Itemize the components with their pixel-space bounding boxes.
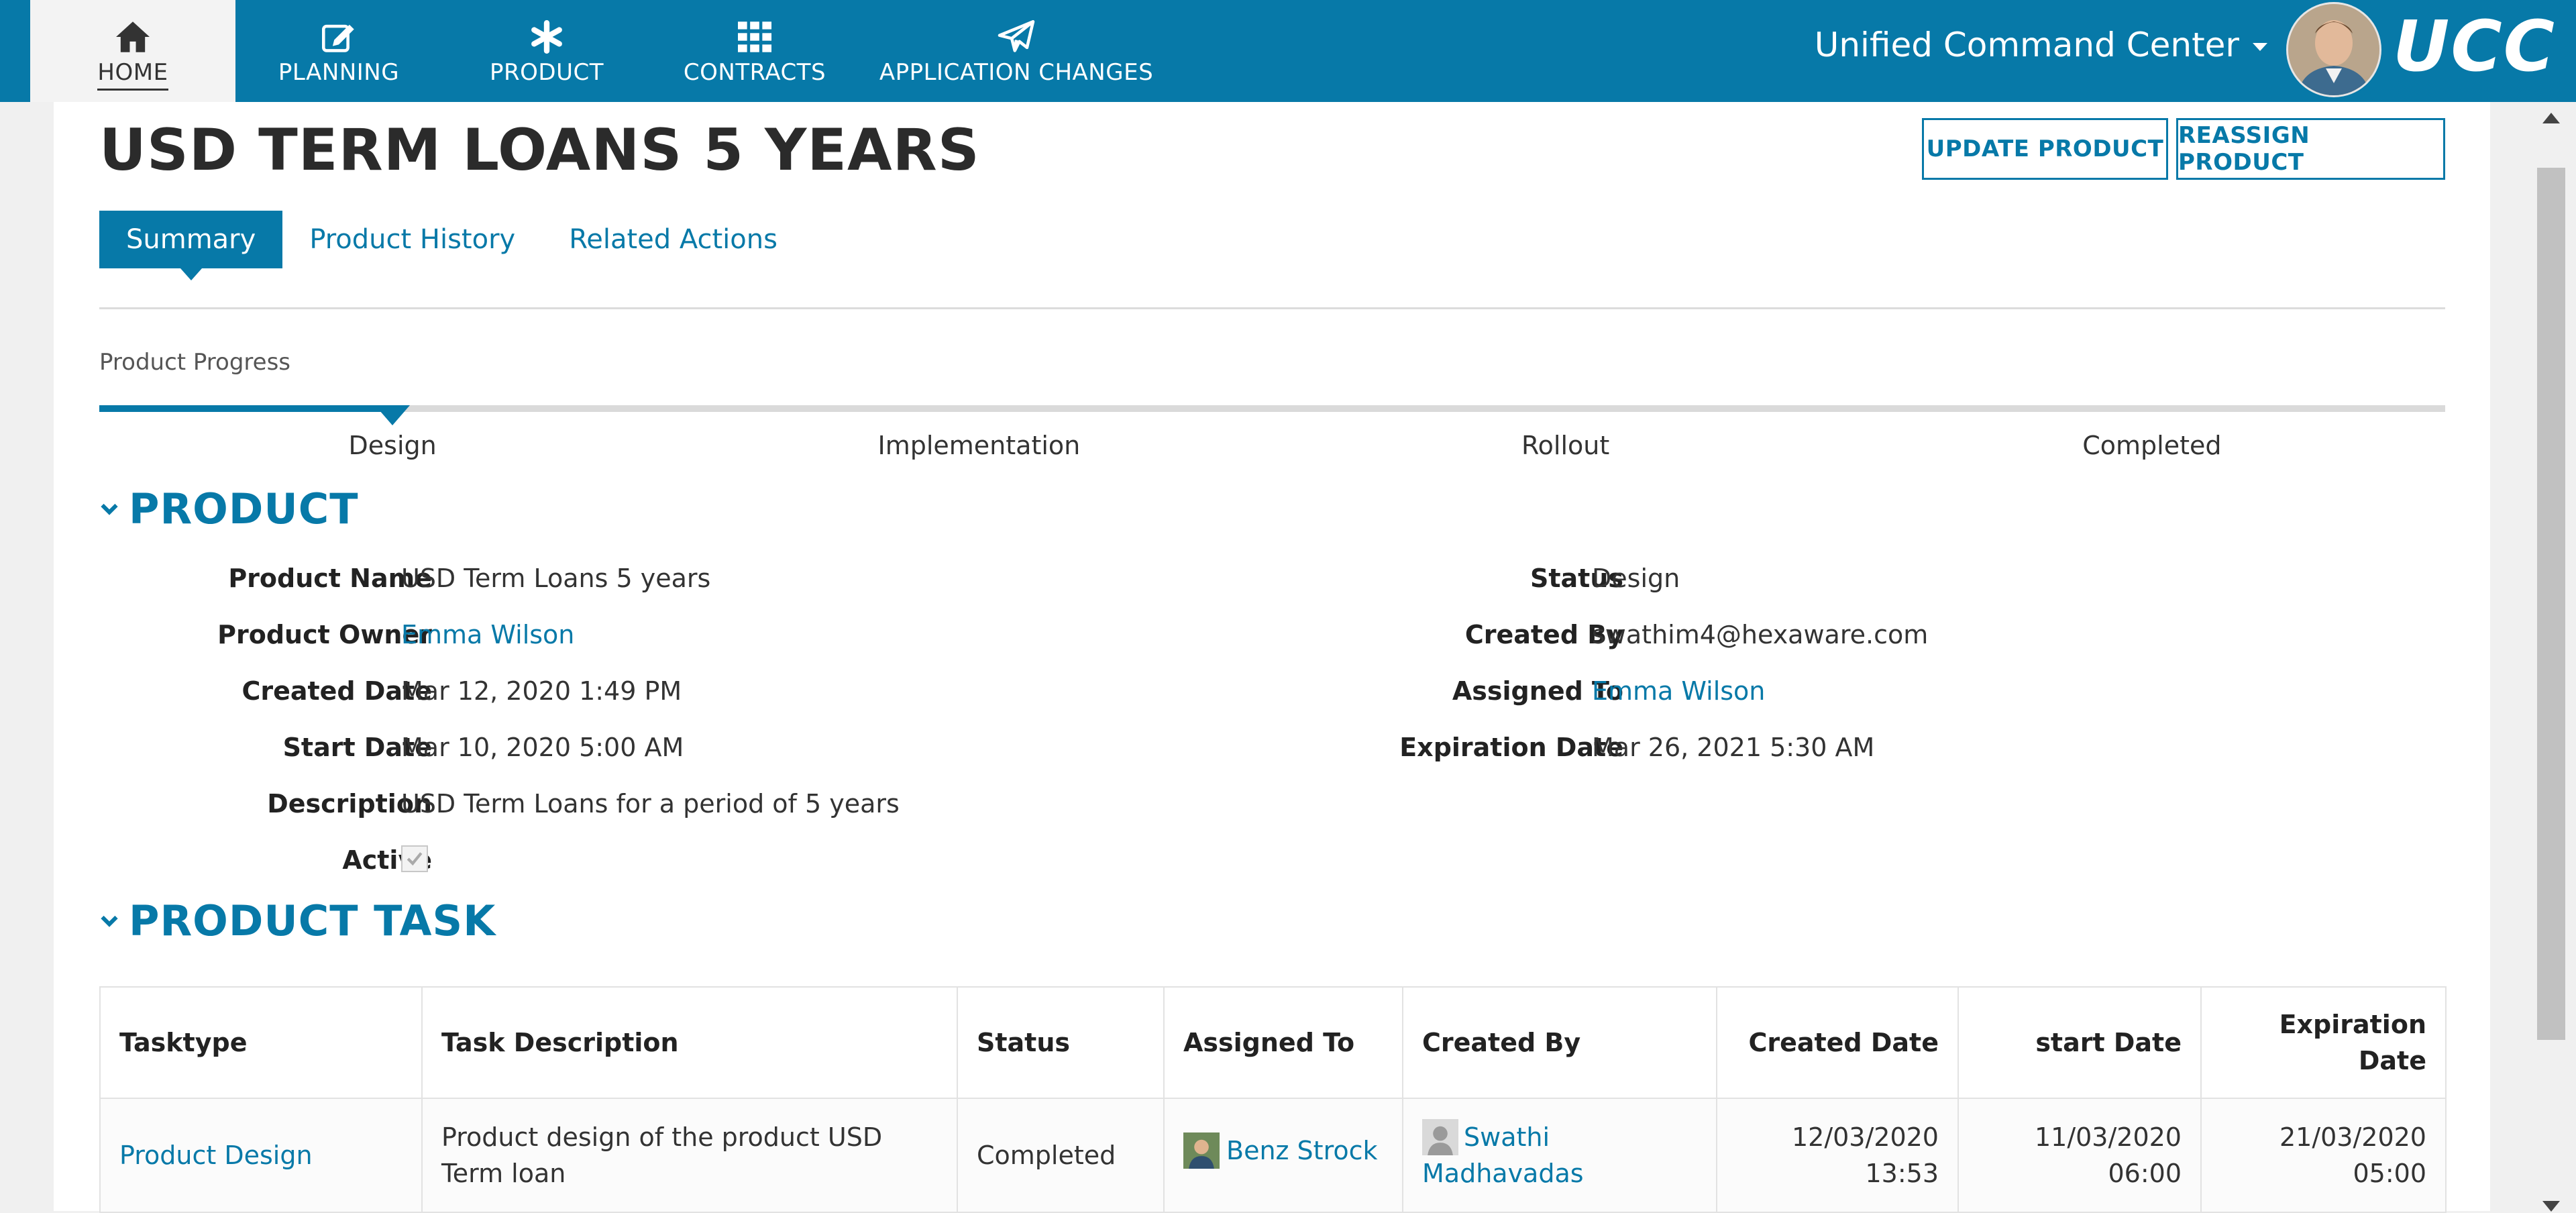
checkmark-icon	[407, 852, 423, 866]
product-owner-link[interactable]: Emma Wilson	[401, 620, 574, 649]
scroll-up-arrow-icon[interactable]	[2542, 113, 2560, 123]
assigned-to-cell: Benz Strock	[1163, 1098, 1403, 1213]
chevron-down-icon	[99, 911, 119, 931]
home-icon	[114, 0, 152, 54]
grid-icon	[736, 0, 773, 54]
user-avatar[interactable]	[2286, 2, 2381, 97]
tab-summary[interactable]: Summary	[99, 211, 283, 280]
chevron-down-icon	[99, 499, 119, 519]
description-value: USD Term Loans for a period of 5 years	[401, 789, 900, 819]
product-task-section-heading: PRODUCT TASK	[129, 896, 496, 945]
nav-item-planning[interactable]: PLANNING	[255, 0, 423, 102]
created-by-value: swathim4@hexaware.com	[1592, 620, 1929, 649]
paper-plane-icon	[996, 0, 1036, 54]
product-progress-label: Product Progress	[99, 349, 290, 376]
stage-design: Design	[348, 431, 437, 460]
page-title: USD TERM LOANS 5 YEARS	[99, 117, 980, 184]
nav-item-label: HOME	[97, 59, 168, 91]
column-header-assigned-to[interactable]: Assigned To	[1163, 986, 1403, 1099]
column-header-status[interactable]: Status	[957, 986, 1165, 1099]
progress-marker	[375, 405, 411, 425]
start-date-value: Mar 10, 2020 5:00 AM	[401, 733, 684, 762]
expiration-date-value: Mar 26, 2021 5:30 AM	[1592, 733, 1875, 762]
column-header-expiration-date[interactable]: Expiration Date	[2200, 986, 2447, 1099]
column-header-created-by[interactable]: Created By	[1402, 986, 1717, 1099]
nav-item-contracts[interactable]: CONTRACTS	[671, 0, 839, 102]
table-row: Product Design Product design of the pro…	[99, 1098, 2447, 1213]
scroll-down-arrow-icon[interactable]	[2542, 1201, 2560, 1212]
nav-item-label: APPLICATION CHANGES	[879, 59, 1154, 86]
asterisk-icon	[530, 0, 564, 54]
product-task-section-toggle[interactable]: PRODUCT TASK	[99, 896, 496, 945]
stage-completed: Completed	[2082, 431, 2222, 460]
stage-rollout: Rollout	[1521, 431, 1610, 460]
task-status-cell: Completed	[957, 1098, 1165, 1213]
product-task-table: Tasktype Task Description Status Assigne…	[99, 986, 2447, 1213]
user-photo-icon	[1183, 1132, 1220, 1169]
nav-item-label: CONTRACTS	[683, 59, 826, 86]
tab-bar: Summary Product History Related Actions	[99, 211, 804, 280]
scrollbar-thumb[interactable]	[2537, 168, 2565, 1040]
ucc-logo: UCC	[2392, 5, 2556, 87]
active-checkbox	[401, 845, 428, 872]
nav-item-product[interactable]: PRODUCT	[463, 0, 631, 102]
product-section-toggle[interactable]: PRODUCT	[99, 484, 359, 533]
reassign-product-button[interactable]: REASSIGN PRODUCT	[2176, 118, 2445, 180]
product-progress-bar	[99, 405, 2445, 425]
nav-item-home[interactable]: HOME	[30, 0, 235, 102]
nav-item-label: PLANNING	[278, 59, 400, 86]
status-value: Design	[1592, 564, 1680, 593]
product-owner-label: Product Owner	[217, 620, 432, 649]
created-date-value: Mar 12, 2020 1:49 PM	[401, 676, 682, 706]
start-date-cell: 11/03/2020 06:00	[1957, 1098, 2202, 1213]
main-content: USD TERM LOANS 5 YEARS UPDATE PRODUCT RE…	[54, 102, 2490, 1213]
product-section-heading: PRODUCT	[129, 484, 359, 533]
top-navigation-bar: HOME PLANNING PRODUCT CONTRACTS APPLICAT…	[0, 0, 2576, 102]
nav-item-label: PRODUCT	[490, 59, 604, 86]
assigned-to-link[interactable]: Benz Strock	[1226, 1132, 1378, 1169]
app-title: Unified Command Center	[1814, 25, 2239, 64]
edit-icon	[320, 0, 358, 54]
created-by-cell: Swathi Madhavadas	[1402, 1098, 1717, 1213]
assigned-to-link[interactable]: Emma Wilson	[1592, 676, 1765, 706]
expiration-date-cell: 21/03/2020 05:00	[2200, 1098, 2447, 1213]
nav-item-application-changes[interactable]: APPLICATION CHANGES	[872, 0, 1161, 102]
tasktype-link[interactable]: Product Design	[99, 1098, 423, 1213]
chevron-down-icon	[2253, 43, 2267, 51]
stage-implementation: Implementation	[877, 431, 1081, 460]
column-header-start-date[interactable]: start Date	[1957, 986, 2202, 1099]
column-header-task-description[interactable]: Task Description	[421, 986, 958, 1099]
user-placeholder-icon	[1422, 1119, 1458, 1155]
created-date-cell: 12/03/2020 13:53	[1716, 1098, 1959, 1213]
product-name-value: USD Term Loans 5 years	[401, 564, 711, 593]
column-header-tasktype[interactable]: Tasktype	[99, 986, 423, 1099]
divider	[99, 307, 2445, 309]
progress-fill	[99, 405, 393, 412]
tab-related-actions[interactable]: Related Actions	[542, 211, 804, 268]
expiration-date-label: Expiration Date	[1399, 733, 1623, 762]
table-header-row: Tasktype Task Description Status Assigne…	[99, 986, 2447, 1099]
app-switcher[interactable]: Unified Command Center	[1815, 25, 2267, 64]
tab-product-history[interactable]: Product History	[282, 211, 542, 268]
column-header-created-date[interactable]: Created Date	[1716, 986, 1959, 1099]
update-product-button[interactable]: UPDATE PRODUCT	[1922, 118, 2168, 180]
task-description-cell: Product design of the product USD Term l…	[421, 1098, 958, 1213]
